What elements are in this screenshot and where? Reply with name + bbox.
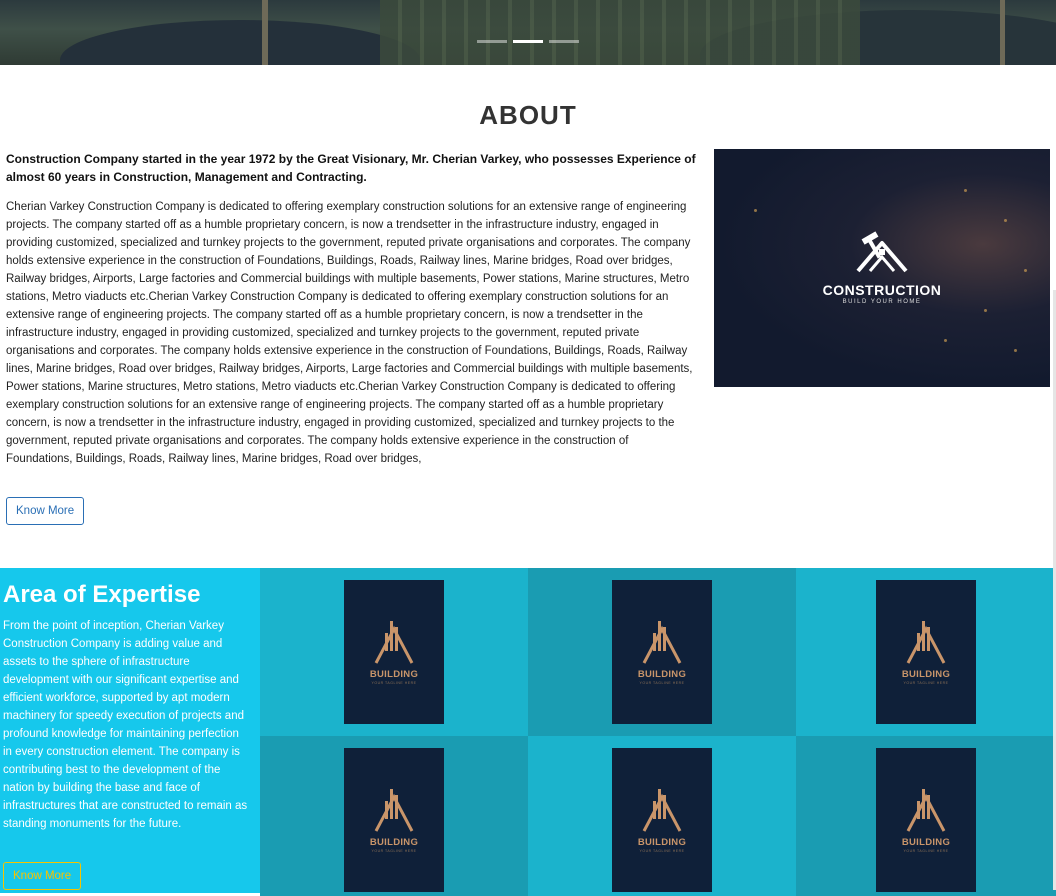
tile-tagline: YOUR TAGLINE HERE [371, 681, 417, 685]
expertise-tile[interactable]: BUILDING YOUR TAGLINE HERE [260, 568, 528, 736]
hero-crane [262, 0, 268, 65]
building-icon [374, 789, 414, 832]
building-icon [374, 621, 414, 664]
hero-crane [1000, 0, 1005, 65]
building-logo-card: BUILDING YOUR TAGLINE HERE [612, 748, 712, 892]
building-logo-card: BUILDING YOUR TAGLINE HERE [344, 580, 444, 724]
about-title: ABOUT [479, 100, 577, 130]
about-content: Construction Company started in the year… [6, 150, 698, 468]
expertise-tile[interactable]: BUILDING YOUR TAGLINE HERE [260, 736, 528, 896]
about-body: Cherian Varkey Construction Company is d… [6, 201, 693, 465]
tile-name: BUILDING [369, 837, 419, 848]
tile-tagline: YOUR TAGLINE HERE [371, 849, 417, 853]
expertise-tile[interactable]: BUILDING YOUR TAGLINE HERE [796, 736, 1056, 896]
hero-banner [0, 0, 1056, 65]
tile-name: BUILDING [637, 837, 687, 848]
tile-tagline: YOUR TAGLINE HERE [639, 681, 685, 685]
expertise-text: From the point of inception, Cherian Var… [3, 620, 248, 830]
tile-name: BUILDING [369, 669, 419, 680]
carousel-dot-2[interactable] [513, 40, 543, 43]
building-logo-card: BUILDING YOUR TAGLINE HERE [876, 580, 976, 724]
carousel-dot-1[interactable] [477, 40, 507, 43]
building-icon [642, 621, 682, 664]
tile-tagline: YOUR TAGLINE HERE [903, 849, 949, 853]
expertise-tile[interactable]: BUILDING YOUR TAGLINE HERE [528, 736, 796, 896]
hero-mountain [60, 20, 420, 65]
building-icon [906, 789, 946, 832]
spark-dot [984, 309, 987, 312]
spark-dot [1014, 349, 1017, 352]
spark-dot [964, 189, 967, 192]
about-image: CONSTRUCTION BUILD YOUR HOME [714, 149, 1050, 387]
spark-dot [754, 209, 757, 212]
building-logo-card: BUILDING YOUR TAGLINE HERE [876, 748, 976, 892]
hero-building [380, 0, 860, 65]
construction-logo: CONSTRUCTION BUILD YOUR HOME [714, 229, 1050, 305]
spark-dot [944, 339, 947, 342]
building-logo-card: BUILDING YOUR TAGLINE HERE [344, 748, 444, 892]
expertise-title: Area of Expertise [3, 581, 201, 608]
building-icon [906, 621, 946, 664]
tile-name: BUILDING [901, 669, 951, 680]
tile-name: BUILDING [901, 837, 951, 848]
carousel-dot-3[interactable] [549, 40, 579, 43]
carousel-indicators [477, 40, 579, 43]
expertise-section: Area of Expertise From the point of ince… [0, 568, 1056, 896]
logo-tagline: BUILD YOUR HOME [842, 299, 922, 305]
building-icon [642, 789, 682, 832]
expertise-intro: Area of Expertise From the point of ince… [0, 568, 260, 893]
about-know-more-button[interactable]: Know More [6, 497, 85, 525]
expertise-know-more-button[interactable]: Know More [3, 862, 82, 890]
building-logo-card: BUILDING YOUR TAGLINE HERE [612, 580, 712, 724]
tile-tagline: YOUR TAGLINE HERE [639, 849, 685, 853]
about-lead: Construction Company started in the year… [6, 152, 696, 184]
expertise-tile[interactable]: BUILDING YOUR TAGLINE HERE [528, 568, 796, 736]
logo-name: CONSTRUCTION [822, 282, 942, 298]
spark-dot [1004, 219, 1007, 222]
expertise-tile[interactable]: BUILDING YOUR TAGLINE HERE [796, 568, 1056, 736]
tile-tagline: YOUR TAGLINE HERE [903, 681, 949, 685]
house-hammer-icon [856, 231, 908, 273]
tile-name: BUILDING [637, 669, 687, 680]
